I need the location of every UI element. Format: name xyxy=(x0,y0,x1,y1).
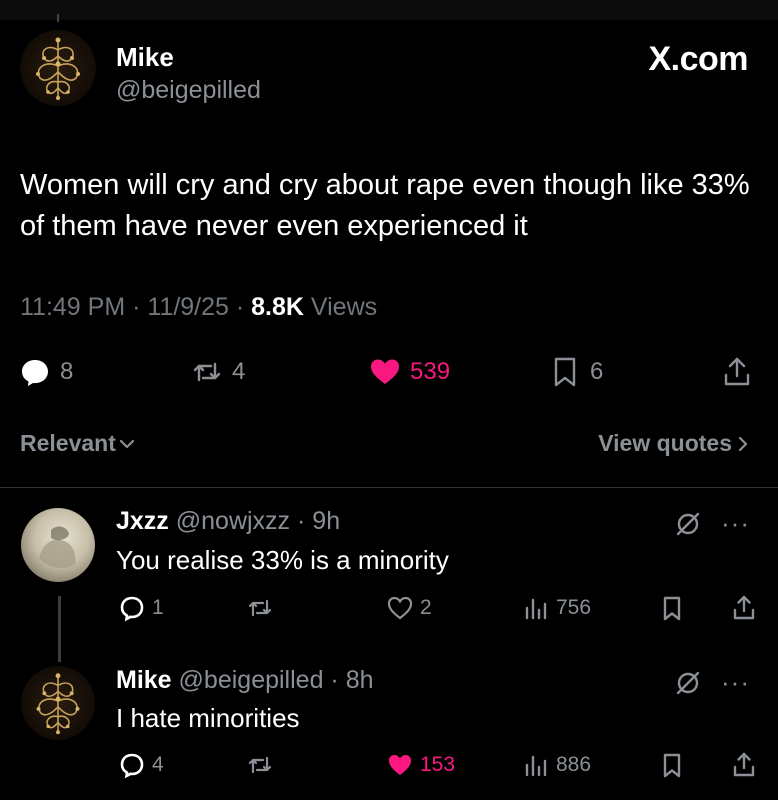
bookmark-button[interactable] xyxy=(658,591,686,625)
share-button[interactable] xyxy=(720,352,754,392)
chevron-down-icon xyxy=(119,439,134,448)
post-text: Women will cry and cry about rape even t… xyxy=(20,169,750,242)
reply-header: Jxzz @nowjxzz · 9h xyxy=(116,507,340,536)
reply-icon xyxy=(120,596,144,622)
ornament-avatar-image xyxy=(36,673,80,735)
reply-icon xyxy=(120,753,144,779)
share-icon xyxy=(733,752,755,777)
top-bar xyxy=(0,0,778,22)
bookmark-button[interactable] xyxy=(658,748,686,782)
views-label: Views xyxy=(303,293,378,321)
repost-button[interactable]: 4 xyxy=(190,352,245,392)
repost-icon xyxy=(193,362,221,382)
repost-icon xyxy=(248,756,272,774)
more-icon[interactable]: ··· xyxy=(721,667,750,698)
share-icon xyxy=(724,357,750,386)
grok-icon[interactable] xyxy=(673,509,703,539)
reply-author-handle[interactable]: @beigepilled xyxy=(179,666,324,694)
bookmark-icon xyxy=(663,596,681,621)
more-icon[interactable]: ··· xyxy=(721,508,750,539)
repost-button[interactable] xyxy=(246,591,274,625)
reply-icon xyxy=(22,360,48,386)
chevron-right-icon xyxy=(738,436,748,451)
views-count: 756 xyxy=(556,596,592,619)
reply-top-actions: ··· xyxy=(673,667,750,698)
view-quotes-label: View quotes xyxy=(598,430,732,456)
repost-icon xyxy=(248,599,272,617)
views-icon xyxy=(525,755,547,777)
reply-text: You realise 33% is a minority xyxy=(116,545,449,575)
brand-watermark: X.com xyxy=(648,40,748,78)
sort-dropdown[interactable]: Relevant xyxy=(20,430,138,457)
repost-button[interactable] xyxy=(246,748,274,782)
reply-actions: 4 153 886 xyxy=(0,748,778,782)
views-button[interactable]: 886 xyxy=(522,748,591,782)
reply-header: Mike @beigepilled · 8h xyxy=(116,666,374,695)
views-count: 8.8K xyxy=(251,293,304,321)
reply-button[interactable]: 1 xyxy=(118,591,164,625)
reply-actions: 1 2 756 xyxy=(0,591,778,625)
sort-label: Relevant xyxy=(20,430,116,456)
author-name[interactable]: Mike xyxy=(116,42,174,73)
like-count: 539 xyxy=(410,358,451,385)
divider xyxy=(0,487,778,488)
ornament-avatar-image xyxy=(36,37,80,100)
avatar[interactable] xyxy=(21,508,95,582)
share-button[interactable] xyxy=(730,591,758,625)
reply-top-actions: ··· xyxy=(673,508,750,539)
bookmark-button[interactable]: 6 xyxy=(548,352,603,392)
reply-author-name[interactable]: Mike xyxy=(116,666,172,694)
views-count: 886 xyxy=(556,753,592,776)
views-icon xyxy=(525,598,547,620)
like-count: 153 xyxy=(420,753,456,776)
author-handle[interactable]: @beigepilled xyxy=(116,76,261,105)
reply-avatar-image xyxy=(39,526,76,568)
view-quotes-link[interactable]: View quotes xyxy=(598,430,754,457)
avatar[interactable] xyxy=(20,30,96,106)
bookmark-icon xyxy=(663,753,681,778)
like-count: 2 xyxy=(420,596,432,619)
bookmark-icon xyxy=(554,357,576,387)
reply-button[interactable]: 8 xyxy=(18,352,73,392)
reply-text: I hate minorities xyxy=(116,703,300,733)
grok-icon[interactable] xyxy=(673,668,703,698)
heart-icon xyxy=(387,596,413,620)
reply-count: 1 xyxy=(152,596,164,619)
reply-count: 4 xyxy=(152,753,164,776)
post-actions: 8 4 539 6 xyxy=(0,352,778,392)
share-button[interactable] xyxy=(730,748,758,782)
bookmark-count: 6 xyxy=(590,358,604,385)
heart-icon xyxy=(371,359,399,384)
reply-author-name[interactable]: Jxzz xyxy=(116,507,169,535)
views-button[interactable]: 756 xyxy=(522,591,591,625)
share-icon xyxy=(733,595,755,620)
avatar[interactable] xyxy=(21,666,95,740)
reply-time[interactable]: · 8h xyxy=(330,666,373,694)
post-meta: 11:49 PM · 11/9/25 · 8.8K Views xyxy=(20,293,377,322)
repost-count: 4 xyxy=(232,358,246,385)
post-timestamp[interactable]: 11:49 PM · 11/9/25 · xyxy=(20,293,251,321)
reply-time[interactable]: · 9h xyxy=(297,507,340,535)
reply-count: 8 xyxy=(60,358,74,385)
like-button[interactable]: 539 xyxy=(368,352,450,392)
reply-button[interactable]: 4 xyxy=(118,748,164,782)
thread-connector xyxy=(57,14,59,22)
heart-icon xyxy=(389,755,411,775)
like-button[interactable]: 2 xyxy=(386,591,432,625)
like-button[interactable]: 153 xyxy=(386,748,455,782)
reply-author-handle[interactable]: @nowjxzz xyxy=(176,507,290,535)
